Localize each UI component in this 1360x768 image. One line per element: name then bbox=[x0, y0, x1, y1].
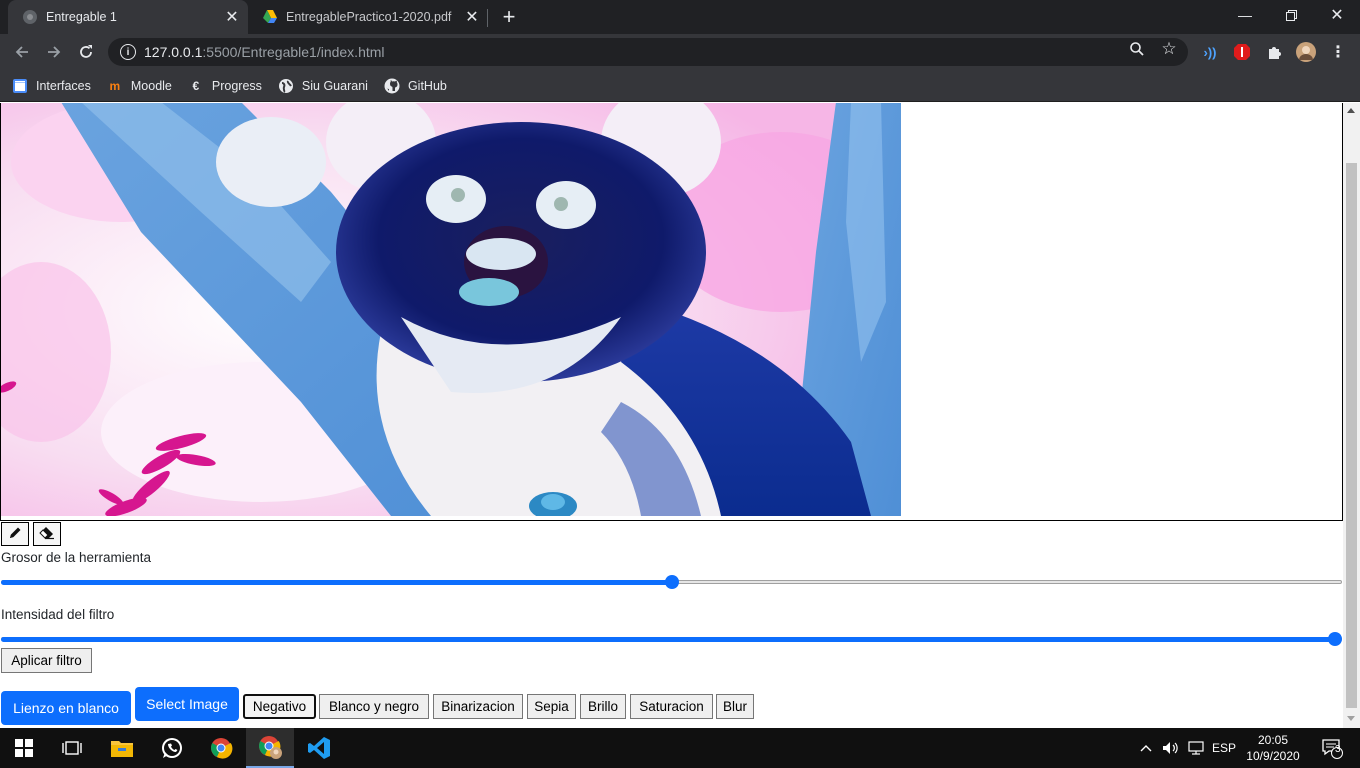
bookmark-github[interactable]: GitHub bbox=[384, 78, 447, 94]
scrollbar-thumb[interactable] bbox=[1346, 163, 1357, 708]
tab-entregable-1[interactable]: Entregable 1 ✕ bbox=[8, 0, 248, 34]
tab-strip: Entregable 1 ✕ EntregablePractico1-2020.… bbox=[0, 0, 1360, 34]
github-icon bbox=[384, 78, 400, 94]
page-viewport: Grosor de la herramienta Intensidad del … bbox=[0, 103, 1360, 728]
windows-taskbar: ESP 20:05 10/9/2020 3 bbox=[0, 728, 1360, 768]
action-center-icon[interactable]: 3 bbox=[1312, 728, 1352, 768]
globe-icon bbox=[22, 9, 38, 25]
bookmark-moodle[interactable]: m Moodle bbox=[107, 78, 172, 94]
extensions-puzzle-icon[interactable] bbox=[1264, 42, 1284, 62]
tab-entregable-pdf[interactable]: EntregablePractico1-2020.pdf ✕ bbox=[248, 0, 488, 34]
canvas-image bbox=[1, 103, 901, 516]
address-bar[interactable]: i 127.0.0.1:5500/Entregable1/index.html bbox=[108, 38, 1188, 66]
slider-fill bbox=[1, 637, 1335, 642]
file-explorer-icon[interactable] bbox=[98, 728, 146, 768]
tab-separator bbox=[487, 9, 488, 27]
pencil-icon bbox=[8, 526, 22, 543]
tab-title: Entregable 1 bbox=[46, 10, 117, 24]
eraser-icon bbox=[39, 526, 55, 543]
close-tab-icon[interactable]: ✕ bbox=[222, 7, 242, 27]
clock-date: 10/9/2020 bbox=[1246, 749, 1300, 763]
new-tab-button[interactable]: + bbox=[497, 4, 521, 29]
extension-adblock-icon[interactable] bbox=[1232, 42, 1252, 62]
slider-fill bbox=[1, 580, 672, 585]
google-drive-icon bbox=[262, 9, 278, 25]
zoom-icon[interactable] bbox=[1128, 40, 1146, 58]
windows-start-icon[interactable] bbox=[0, 728, 48, 768]
progress-icon: € bbox=[192, 78, 200, 93]
scroll-down-arrow-icon[interactable] bbox=[1347, 716, 1355, 721]
intensity-slider[interactable] bbox=[1, 631, 1342, 647]
pencil-button[interactable] bbox=[1, 522, 29, 546]
filter-blanco-negro-button[interactable]: Blanco y negro bbox=[319, 694, 429, 719]
thickness-slider[interactable] bbox=[1, 574, 1342, 590]
slider-thumb[interactable] bbox=[664, 575, 679, 589]
bookmark-interfaces[interactable]: Interfaces bbox=[12, 78, 91, 94]
drawing-canvas[interactable] bbox=[0, 103, 1343, 521]
bookmark-siu-guarani[interactable]: Siu Guarani bbox=[278, 78, 368, 94]
chrome-profile-icon[interactable] bbox=[246, 728, 294, 768]
language-indicator[interactable]: ESP bbox=[1210, 728, 1238, 768]
bookmarks-bar: Interfaces m Moodle € Progress Siu Guara… bbox=[0, 70, 1360, 102]
close-tab-icon[interactable]: ✕ bbox=[462, 7, 482, 27]
blank-canvas-button[interactable]: Lienzo en blanco bbox=[1, 691, 131, 725]
apply-filter-button[interactable]: Aplicar filtro bbox=[1, 648, 92, 673]
profile-avatar[interactable] bbox=[1296, 42, 1316, 62]
bookmark-label: Progress bbox=[211, 78, 262, 93]
eraser-button[interactable] bbox=[33, 522, 61, 546]
filter-negativo-button[interactable]: Negativo bbox=[243, 694, 316, 719]
url-host: 127.0.0.1 bbox=[144, 44, 203, 60]
bookmark-star-icon[interactable]: ☆ bbox=[1160, 39, 1178, 58]
bookmark-label: GitHub bbox=[407, 78, 447, 93]
url-path: :5500/Entregable1/index.html bbox=[202, 44, 385, 60]
thickness-label: Grosor de la herramienta bbox=[1, 550, 152, 565]
network-icon[interactable] bbox=[1185, 728, 1207, 768]
filter-blur-button[interactable]: Blur bbox=[716, 694, 754, 719]
select-image-button[interactable]: Select Image bbox=[135, 687, 239, 721]
site-info-icon[interactable]: i bbox=[120, 44, 136, 60]
browser-toolbar: i 127.0.0.1:5500/Entregable1/index.html … bbox=[0, 34, 1360, 70]
show-hidden-icons-icon[interactable] bbox=[1136, 728, 1156, 768]
vscode-icon[interactable] bbox=[295, 728, 343, 768]
whatsapp-icon[interactable] bbox=[148, 728, 196, 768]
volume-icon[interactable] bbox=[1160, 728, 1182, 768]
minimize-icon[interactable]: — bbox=[1222, 0, 1268, 30]
browser-menu-icon[interactable]: ⋮ bbox=[1328, 42, 1348, 62]
bookmark-label: Siu Guarani bbox=[301, 78, 368, 93]
back-icon[interactable] bbox=[8, 38, 36, 66]
reload-icon[interactable] bbox=[72, 38, 100, 66]
intensity-label: Intensidad del filtro bbox=[1, 607, 115, 622]
forward-icon[interactable] bbox=[40, 38, 68, 66]
task-view-icon[interactable] bbox=[48, 728, 96, 768]
extension-wave-icon[interactable]: ›)) bbox=[1200, 42, 1220, 62]
filter-sepia-button[interactable]: Sepia bbox=[527, 694, 576, 719]
clock-time: 20:05 bbox=[1257, 733, 1289, 747]
bookmark-label: Interfaces bbox=[36, 78, 91, 93]
bookmark-label: Moodle bbox=[130, 78, 172, 93]
filter-saturacion-button[interactable]: Saturacion bbox=[630, 694, 713, 719]
slider-thumb[interactable] bbox=[1328, 632, 1342, 646]
close-window-icon[interactable]: ✕ bbox=[1314, 0, 1360, 30]
scroll-up-arrow-icon[interactable] bbox=[1347, 108, 1355, 113]
page-scrollbar[interactable] bbox=[1343, 103, 1360, 728]
tab-title: EntregablePractico1-2020.pdf bbox=[286, 10, 452, 24]
filter-brillo-button[interactable]: Brillo bbox=[580, 694, 626, 719]
notification-count: 3 bbox=[1335, 744, 1341, 755]
globe-icon bbox=[278, 78, 294, 94]
apps-grid-icon bbox=[12, 78, 28, 94]
moodle-icon: m bbox=[109, 78, 121, 93]
restore-icon[interactable] bbox=[1268, 0, 1314, 30]
bookmark-progress[interactable]: € Progress bbox=[188, 78, 262, 94]
clock[interactable]: 20:05 10/9/2020 bbox=[1246, 728, 1300, 768]
chrome-icon[interactable] bbox=[197, 728, 245, 768]
filter-binarizacion-button[interactable]: Binarizacion bbox=[433, 694, 523, 719]
